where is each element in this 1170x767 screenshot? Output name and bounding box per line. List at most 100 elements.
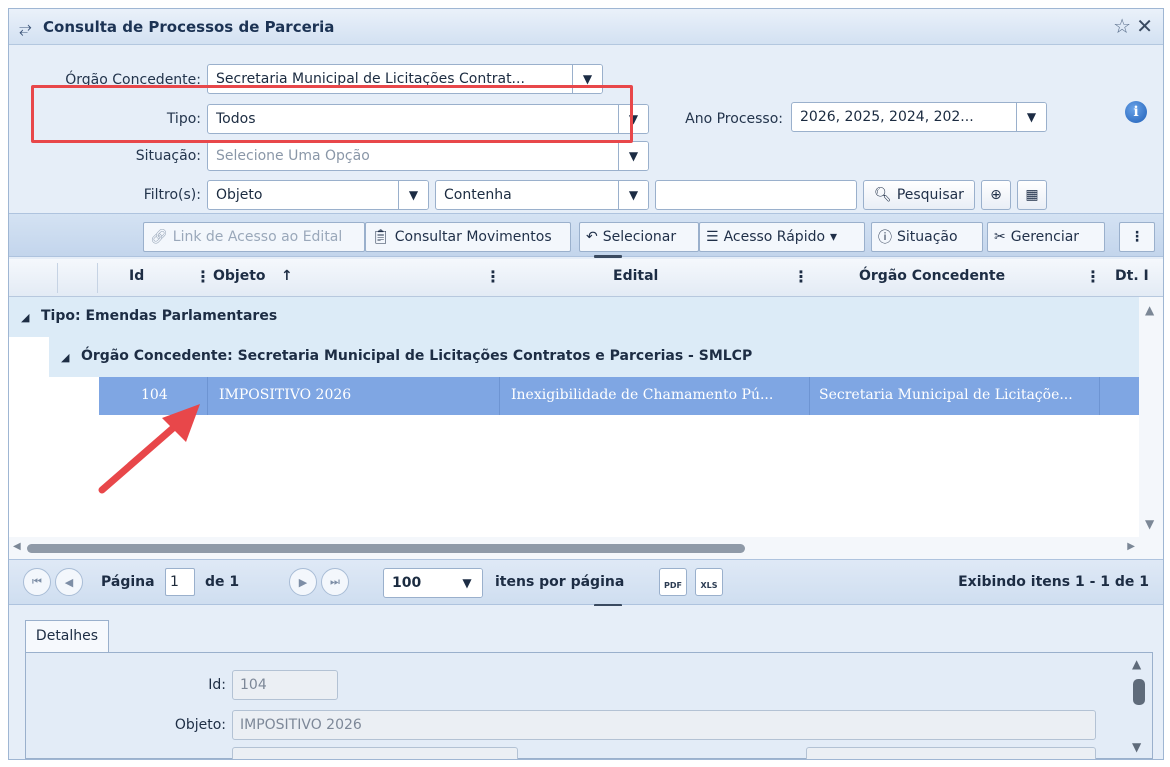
detail-objeto-field[interactable]: IMPOSITIVO 2026	[232, 710, 1096, 740]
filtro-label: Filtro(s):	[143, 187, 201, 203]
gerenciar-button[interactable]: ✂ Gerenciar	[987, 222, 1105, 252]
xls-export-icon[interactable]: XLS	[695, 568, 723, 596]
detail-id-field[interactable]: 104	[232, 670, 338, 700]
scroll-down-icon[interactable]: ▼	[1132, 740, 1141, 754]
horizontal-scrollbar[interactable]: ◀ ▶	[9, 537, 1163, 559]
selecionar-label: Selecionar	[602, 229, 677, 245]
horizontal-scroll-thumb[interactable]	[27, 544, 745, 553]
consultar-movimentos-button[interactable]: 📋︎ Consultar Movimentos	[365, 222, 571, 252]
chevron-down-icon[interactable]: ▼	[572, 65, 602, 93]
alert-circle-icon: ⓘ	[878, 230, 892, 246]
close-icon[interactable]: ✕	[1136, 14, 1153, 38]
detail-edital-field[interactable]	[232, 747, 518, 759]
pesquisar-label: Pesquisar	[896, 187, 964, 203]
tab-detalhes[interactable]: Detalhes	[25, 620, 109, 652]
ano-processo-label: Ano Processo:	[685, 111, 783, 127]
columns-button[interactable]: ▦	[1017, 180, 1047, 210]
collapse-icon[interactable]: ◢	[21, 311, 29, 324]
situacao-label: Situação:	[135, 148, 201, 164]
situacao-select[interactable]: Selecione Uma Opção ▼	[207, 141, 649, 171]
acesso-rapido-button[interactable]: ☰ Acesso Rápido ▾	[699, 222, 865, 252]
column-header-orgao[interactable]: Órgão Concedente	[859, 268, 1005, 284]
previous-page-icon[interactable]: ◀	[55, 568, 83, 596]
scroll-left-icon[interactable]: ◀	[13, 541, 21, 552]
consultar-movimentos-label: Consultar Movimentos	[394, 229, 552, 245]
situacao-button[interactable]: ⓘ Situação	[871, 222, 983, 252]
tipo-select[interactable]: Todos ▼	[207, 104, 649, 134]
pesquisar-button[interactable]: 🔍︎ Pesquisar	[863, 180, 975, 210]
details-panel: Id: 104 Objeto: IMPOSITIVO 2026 ▲ ▼	[25, 652, 1153, 759]
link-icon: 🔗︎	[150, 229, 168, 245]
column-menu-icon[interactable]: ⋮	[485, 267, 501, 286]
situacao-placeholder: Selecione Uma Opção	[216, 148, 370, 164]
chevron-down-icon[interactable]: ▼	[618, 181, 648, 209]
filtro-field-value: Objeto	[216, 187, 263, 203]
orgao-concedente-select[interactable]: Secretaria Municipal de Licitações Contr…	[207, 64, 603, 94]
table-row[interactable]: 104 IMPOSITIVO 2026 Inexigibilidade de C…	[99, 377, 1139, 415]
column-separator	[57, 263, 58, 293]
grid-body: ◢ Tipo: Emendas Parlamentares ◢ Órgão Co…	[9, 297, 1139, 537]
pdf-export-icon[interactable]: PDF	[659, 568, 687, 596]
tipo-value: Todos	[216, 111, 256, 127]
clipboard-icon: 📋︎	[372, 229, 390, 245]
filtro-operator-select[interactable]: Contenha ▼	[435, 180, 649, 210]
caret-down-icon: ▾	[830, 229, 838, 245]
cell-id: 104	[141, 387, 168, 403]
page-number-input[interactable]: 1	[165, 568, 195, 596]
link-edital-button[interactable]: 🔗︎ Link de Acesso ao Edital	[143, 222, 365, 252]
orgao-concedente-value: Secretaria Municipal de Licitações Contr…	[216, 71, 525, 87]
details-scrollbar[interactable]: ▲ ▼	[1130, 657, 1148, 754]
chevron-down-icon[interactable]: ▼	[398, 181, 428, 209]
scroll-down-icon[interactable]: ▼	[1145, 517, 1154, 531]
undo-icon: ↶	[586, 229, 598, 245]
cell-orgao: Secretaria Municipal de Licitaçõe...	[819, 387, 1073, 403]
column-header-edital[interactable]: Edital	[613, 268, 658, 284]
last-page-icon[interactable]: ⏭	[321, 568, 349, 596]
scroll-thumb[interactable]	[1133, 679, 1145, 705]
column-menu-icon[interactable]: ⋮	[1085, 267, 1101, 286]
row-separator	[207, 377, 208, 415]
info-icon[interactable]: i	[1125, 101, 1147, 123]
collapse-icon[interactable]: ◢	[61, 351, 69, 364]
chevron-down-icon[interactable]: ▼	[618, 105, 648, 133]
list-icon: ☰	[706, 229, 719, 245]
column-menu-icon[interactable]: ⋮	[793, 267, 809, 286]
grid-icon: ▦	[1025, 187, 1039, 203]
scroll-up-icon[interactable]: ▲	[1145, 303, 1154, 317]
first-page-icon[interactable]: ⏮	[23, 568, 51, 596]
details-area: Detalhes Id: 104 Objeto: IMPOSITIVO 2026…	[9, 606, 1163, 759]
column-separator	[97, 263, 98, 293]
gerenciar-label: Gerenciar	[1010, 229, 1080, 245]
splitter-handle[interactable]	[594, 255, 622, 258]
column-header-objeto[interactable]: Objeto	[213, 268, 266, 284]
next-page-icon[interactable]: ▶	[289, 568, 317, 596]
vertical-scrollbar[interactable]: ▲ ▼	[1139, 297, 1163, 537]
page-size-select[interactable]: 100 ▼	[383, 568, 483, 598]
star-icon[interactable]: ☆	[1113, 14, 1131, 38]
scroll-right-icon[interactable]: ▶	[1127, 541, 1135, 552]
itens-por-pagina-label: itens por página	[495, 574, 625, 590]
chevron-down-icon[interactable]: ▼	[618, 142, 648, 170]
tools-icon: ✂	[994, 229, 1006, 245]
column-header-id[interactable]: Id	[129, 268, 144, 284]
group-label-orgao: Órgão Concedente: Secretaria Municipal d…	[81, 348, 753, 364]
chevron-down-icon[interactable]: ▼	[1016, 103, 1046, 131]
add-filter-button[interactable]: ⊕	[981, 180, 1011, 210]
group-row-tipo[interactable]: ◢ Tipo: Emendas Parlamentares	[9, 297, 1139, 337]
scroll-up-icon[interactable]: ▲	[1132, 657, 1141, 671]
filtro-field-select[interactable]: Objeto ▼	[207, 180, 429, 210]
more-options-button[interactable]: ⋮	[1119, 222, 1155, 252]
column-menu-icon[interactable]: ⋮	[195, 267, 211, 286]
filtro-text-input[interactable]	[655, 180, 857, 210]
chevron-down-icon[interactable]: ▼	[452, 569, 482, 597]
detail-tipo-field[interactable]	[806, 747, 1096, 759]
ano-processo-select[interactable]: 2026, 2025, 2024, 202... ▼	[791, 102, 1047, 132]
search-icon: 🔍︎	[874, 187, 892, 203]
ano-processo-value: 2026, 2025, 2024, 202...	[800, 109, 974, 125]
group-label-tipo: Tipo: Emendas Parlamentares	[41, 308, 278, 324]
group-row-orgao[interactable]: ◢ Órgão Concedente: Secretaria Municipal…	[49, 337, 1139, 377]
cell-edital: Inexigibilidade de Chamamento Pú...	[511, 387, 774, 403]
column-header-dt[interactable]: Dt. I	[1115, 268, 1149, 284]
selecionar-button[interactable]: ↶ Selecionar	[579, 222, 699, 252]
page-size-value: 100	[392, 575, 422, 591]
